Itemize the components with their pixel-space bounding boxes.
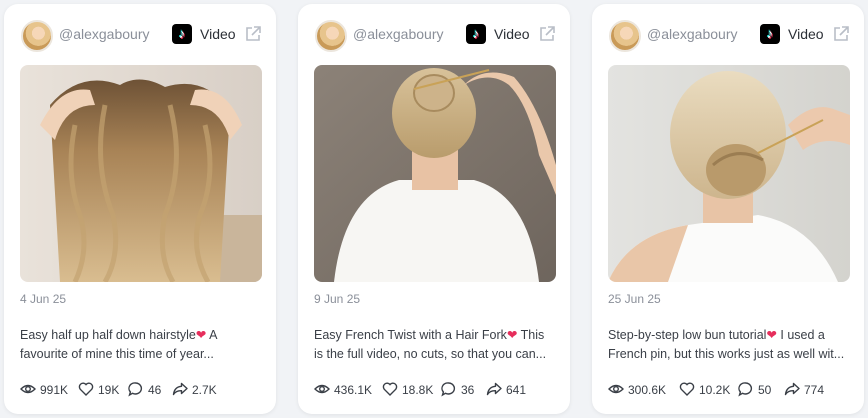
share-icon xyxy=(172,382,188,396)
avatar[interactable] xyxy=(21,20,53,52)
username[interactable]: @alexgaboury xyxy=(59,26,150,42)
post-type-label: Video xyxy=(494,26,530,42)
tiktok-icon: ♪ xyxy=(466,24,486,44)
share-icon xyxy=(486,382,502,396)
post-date: 4 Jun 25 xyxy=(20,292,67,306)
username[interactable]: @alexgaboury xyxy=(647,26,738,42)
external-link-icon[interactable] xyxy=(538,25,556,43)
card-header: @alexgaboury ♪ Video xyxy=(4,20,276,56)
heart-emoji: ❤ xyxy=(195,328,207,342)
external-link-icon[interactable] xyxy=(832,25,850,43)
share-icon xyxy=(784,382,800,396)
avatar[interactable] xyxy=(315,20,347,52)
post-type-label: Video xyxy=(788,26,824,42)
post-card[interactable]: @alexgaboury ♪ Video 9 Jun 25 Easy Frenc… xyxy=(298,4,570,414)
tiktok-icon: ♪ xyxy=(172,24,192,44)
heart-emoji: ❤ xyxy=(766,328,777,342)
card-header: @alexgaboury ♪ Video xyxy=(592,20,864,56)
comment-icon xyxy=(738,382,753,397)
post-caption[interactable]: Step-by-step low bun tutorial❤ I used a … xyxy=(608,326,850,364)
post-caption[interactable]: Easy French Twist with a Hair Fork❤ This… xyxy=(314,326,556,364)
card-header: @alexgaboury ♪ Video xyxy=(298,20,570,56)
heart-outline-icon xyxy=(78,382,94,396)
username[interactable]: @alexgaboury xyxy=(353,26,444,42)
comment-icon xyxy=(441,382,456,397)
post-card[interactable]: @alexgaboury ♪ Video 25 Jun 25 Step-by-s… xyxy=(592,4,864,414)
post-card[interactable]: @alexgaboury ♪ Video 4 Jun 25 Easy half … xyxy=(4,4,276,414)
external-link-icon[interactable] xyxy=(244,25,262,43)
heart-outline-icon xyxy=(679,382,695,396)
post-date: 25 Jun 25 xyxy=(608,292,661,306)
video-thumbnail[interactable] xyxy=(20,65,262,282)
post-caption[interactable]: Easy half up half down hairstyle❤ A favo… xyxy=(20,326,262,364)
heart-emoji: ❤ xyxy=(506,328,518,342)
comment-icon xyxy=(128,382,143,397)
video-thumbnail[interactable] xyxy=(608,65,850,282)
avatar[interactable] xyxy=(609,20,641,52)
eye-icon xyxy=(20,384,36,394)
eye-icon xyxy=(608,384,624,394)
post-type-label: Video xyxy=(200,26,236,42)
heart-outline-icon xyxy=(382,382,398,396)
post-date: 9 Jun 25 xyxy=(314,292,361,306)
video-thumbnail[interactable] xyxy=(314,65,556,282)
eye-icon xyxy=(314,384,330,394)
tiktok-icon: ♪ xyxy=(760,24,780,44)
